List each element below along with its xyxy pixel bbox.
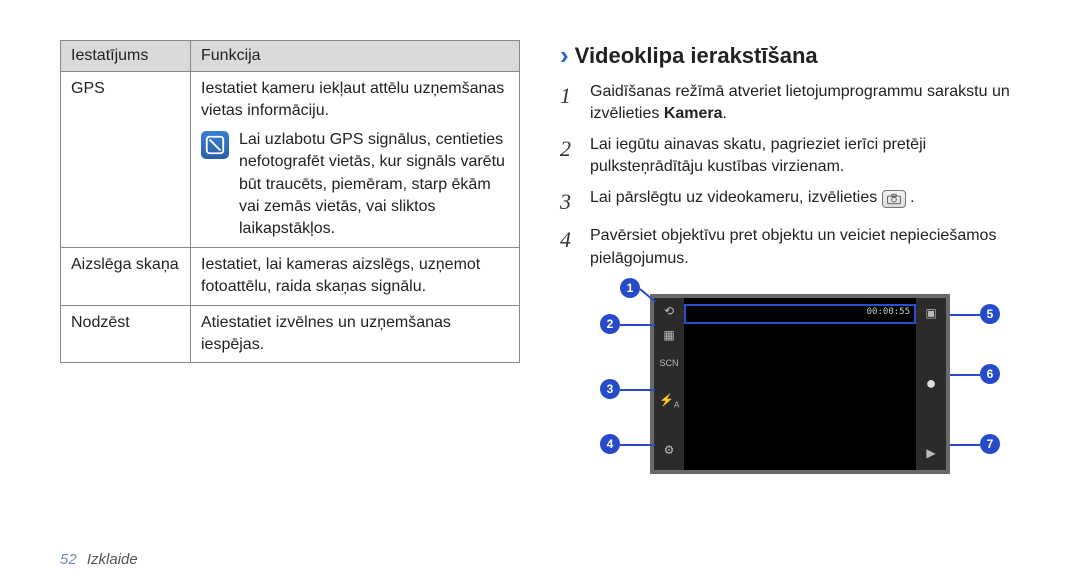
step-number: 3 — [560, 187, 580, 218]
section-name: Izklaide — [87, 551, 138, 568]
step-item: 1 Gaidīšanas režīmā atveriet lietojumpro… — [560, 81, 1020, 126]
step-number: 1 — [560, 81, 580, 126]
camera-diagram: 00:00:55 ⟲ ▦ SCN ⚡A ⚙ ▣ ● ▶ 1 2 3 4 — [590, 284, 1010, 484]
callout-3: 3 — [600, 379, 620, 399]
settings-table: Iestatījums Funkcija GPS Iestatiet kamer… — [60, 40, 520, 363]
step-number: 2 — [560, 134, 580, 179]
callout-4: 4 — [600, 434, 620, 454]
mode-switch-icon: ▣ — [921, 306, 941, 320]
callout-1: 1 — [620, 278, 640, 298]
flash-icon: ⚡A — [659, 393, 679, 409]
table-row: Aizslēga skaņa Iestatiet, lai kameras ai… — [61, 247, 520, 305]
scene-icon: SCN — [659, 358, 679, 368]
table-header-setting: Iestatījums — [61, 41, 191, 72]
step-item: 2 Lai iegūtu ainavas skatu, pagrieziet i… — [560, 134, 1020, 179]
callout-5: 5 — [980, 304, 1000, 324]
page-number: 52 — [60, 551, 77, 568]
section-heading: › Videoklipa ierakstīšana — [560, 40, 1020, 71]
table-header-function: Funkcija — [191, 41, 520, 72]
chevron-right-icon: › — [560, 40, 569, 71]
setting-name: Aizslēga skaņa — [61, 247, 191, 305]
camera-icon — [882, 190, 906, 208]
setting-desc: Iestatiet kameru iekļaut attēlu uzņemšan… — [191, 72, 520, 248]
note-icon — [201, 131, 229, 159]
callout-6: 6 — [980, 364, 1000, 384]
setting-name: GPS — [61, 72, 191, 248]
steps-list: 1 Gaidīšanas režīmā atveriet lietojumpro… — [560, 81, 1020, 270]
play-icon: ▶ — [921, 446, 941, 460]
settings-icon: ⚙ — [659, 443, 679, 457]
step-item: 4 Pavērsiet objektīvu pret objektu un ve… — [560, 225, 1020, 270]
setting-name: Nodzēst — [61, 305, 191, 363]
page-footer: 52 Izklaide — [60, 551, 138, 568]
setting-note: Lai uzlabotu GPS signālus, centieties ne… — [239, 129, 509, 241]
setting-desc: Atiestatiet izvēlnes un uzņemšanas iespē… — [191, 305, 520, 363]
callout-2: 2 — [600, 314, 620, 334]
step-item: 3 Lai pārslēgtu uz videokameru, izvēliet… — [560, 187, 1020, 218]
recording-time: 00:00:55 — [867, 307, 910, 317]
camera-screen: 00:00:55 ⟲ ▦ SCN ⚡A ⚙ ▣ ● ▶ — [650, 294, 950, 474]
film-icon: ▦ — [659, 328, 679, 342]
setting-desc: Iestatiet, lai kameras aizslēgs, uzņemot… — [191, 247, 520, 305]
step-number: 4 — [560, 225, 580, 270]
heading-text: Videoklipa ierakstīšana — [575, 43, 818, 69]
table-row: Nodzēst Atiestatiet izvēlnes un uzņemšan… — [61, 305, 520, 363]
switch-camera-icon: ⟲ — [659, 304, 679, 318]
record-button-icon: ● — [921, 373, 941, 394]
callout-7: 7 — [980, 434, 1000, 454]
table-row: GPS Iestatiet kameru iekļaut attēlu uzņe… — [61, 72, 520, 248]
